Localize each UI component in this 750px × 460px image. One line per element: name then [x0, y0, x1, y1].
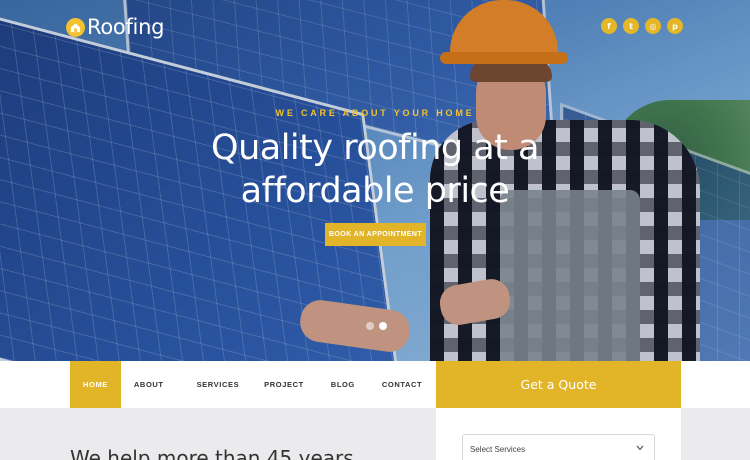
nav-item-services[interactable]: SERVICES: [164, 361, 240, 408]
slider-dots: [366, 322, 387, 330]
hero-slider: Roofing f t ◎ p WE CARE ABOUT YOUR HOME …: [0, 0, 750, 361]
social-links: f t ◎ p: [601, 18, 683, 34]
nav-item-contact[interactable]: CONTACT: [355, 361, 422, 408]
facebook-icon[interactable]: f: [601, 18, 617, 34]
nav-item-blog[interactable]: BLOG: [304, 361, 355, 408]
twitter-icon[interactable]: t: [623, 18, 639, 34]
nav-item-project[interactable]: PROJECT: [239, 361, 304, 408]
nav-item-home[interactable]: HOME: [70, 361, 121, 408]
instagram-icon[interactable]: ◎: [645, 18, 661, 34]
site-logo[interactable]: Roofing: [66, 15, 164, 39]
nav-item-about[interactable]: ABOUT: [121, 361, 164, 408]
page: Roofing f t ◎ p WE CARE ABOUT YOUR HOME …: [0, 0, 750, 460]
slider-dot[interactable]: [366, 322, 374, 330]
services-select[interactable]: Select Services: [462, 434, 655, 460]
book-appointment-button[interactable]: BOOK AN APPOINTMENT: [325, 223, 426, 246]
pinterest-icon[interactable]: p: [667, 18, 683, 34]
hero-headline-line1: Quality roofing at a: [211, 128, 539, 168]
slider-dot-active[interactable]: [379, 322, 387, 330]
hero-headline-line2: affordable price: [240, 171, 510, 211]
hero-headline: Quality roofing at a affordable price: [0, 127, 750, 213]
logo-text: Roofing: [87, 15, 165, 39]
chevron-down-icon: [636, 444, 644, 453]
quote-title: Get a Quote: [436, 361, 681, 408]
section-heading: We help more than 45 years: [70, 446, 354, 460]
services-select-value: Select Services: [470, 445, 526, 454]
house-icon: [66, 17, 85, 37]
hero-eyebrow: WE CARE ABOUT YOUR HOME: [275, 108, 475, 118]
